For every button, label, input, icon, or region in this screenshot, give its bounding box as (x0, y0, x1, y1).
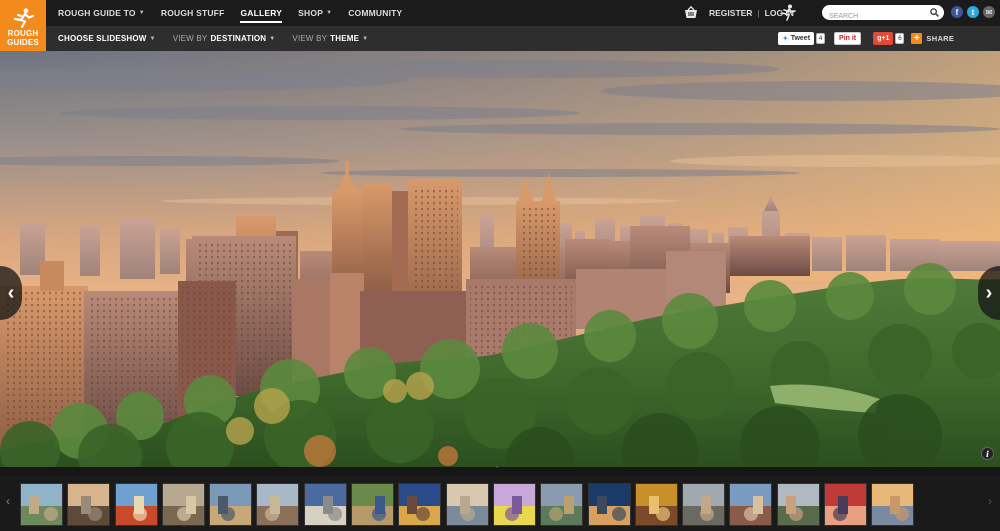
filmstrip-toggle[interactable]: ˇ (0, 467, 1000, 476)
tweet-button[interactable]: ✦ Tweet (778, 32, 815, 45)
view-by-destination-dropdown[interactable]: VIEW BY DESTINATION ▼ (173, 34, 276, 43)
rough-guides-logo[interactable]: ROUGH GUIDES (0, 0, 46, 51)
pinit-button[interactable]: Pin it (834, 32, 862, 45)
thumbnail-image (493, 484, 535, 525)
chevron-down-icon: ▼ (138, 10, 145, 16)
thumbnail-item[interactable] (634, 483, 678, 526)
thumbnail-image (352, 484, 394, 525)
plus-icon: + (911, 33, 923, 44)
thumbnail-image (683, 484, 725, 525)
email-icon[interactable]: ✉ (983, 6, 995, 18)
thumbnail-item[interactable] (398, 483, 442, 526)
thumbnail-item[interactable] (351, 483, 395, 526)
thumbnail-image (257, 484, 299, 525)
twitter-bird-icon: ✦ (782, 34, 789, 43)
thumbnail-item[interactable] (729, 483, 773, 526)
thumbnail-item[interactable] (776, 483, 820, 526)
nav-gallery[interactable]: GALLERY (240, 0, 282, 26)
thumbnail-image (635, 484, 677, 525)
thumbnail-item[interactable] (67, 483, 111, 526)
thumbnail-item[interactable] (682, 483, 726, 526)
thumbnail-image (825, 484, 867, 525)
thumbnail-item[interactable] (824, 483, 868, 526)
thumbnail-filmstrip: ‹ › (0, 476, 1000, 531)
gallery-subnav: CHOOSE SLIDESHOW ▼ VIEW BY DESTINATION ▼ VI… (58, 26, 385, 51)
share-button[interactable]: + SHARE (911, 33, 954, 44)
search-box (822, 5, 944, 24)
thumbnail-item[interactable] (871, 483, 915, 526)
gallery-main-image[interactable]: ‹ › (0, 51, 1000, 467)
thumbnail-item[interactable] (492, 483, 536, 526)
runner-logo-icon (13, 8, 34, 28)
central-park-skyline-photo (0, 51, 1000, 467)
thumbnail-image (541, 484, 583, 525)
thumbnail-item[interactable] (209, 483, 253, 526)
thumbnail-image (115, 484, 157, 525)
thumbnail-image (872, 484, 914, 525)
chevron-down-icon: ▼ (326, 10, 333, 16)
thumbnail-image (210, 484, 252, 525)
info-icon[interactable]: i (981, 447, 994, 460)
search-icon[interactable] (930, 8, 939, 17)
google-plus-count: 6 (895, 33, 905, 44)
thumbnail-image (730, 484, 772, 525)
thumbnail-item[interactable] (256, 483, 300, 526)
twitter-icon[interactable]: t (967, 6, 979, 18)
thumbnail-item[interactable] (20, 483, 63, 526)
thumbnail-image (446, 484, 488, 525)
runner-user-icon[interactable] (780, 4, 796, 21)
thumbnail-image (399, 484, 441, 525)
thumbnail-list (20, 483, 919, 526)
share-tools: ✦ Tweet 4 Pin it g+1 6 + SHARE (778, 32, 954, 45)
view-by-theme-dropdown[interactable]: VIEW BY THEME ▼ (292, 34, 368, 43)
thumbnail-item[interactable] (540, 483, 584, 526)
thumbnail-item[interactable] (303, 483, 347, 526)
thumbnail-image (21, 484, 62, 525)
thumbnail-image (777, 484, 819, 525)
gallery-subnav-bar: CHOOSE SLIDESHOW ▼ VIEW BY DESTINATION ▼ VI… (0, 26, 1000, 51)
thumbnail-item[interactable] (161, 483, 205, 526)
filmstrip-prev-button[interactable]: ‹ (6, 494, 10, 508)
search-input[interactable] (822, 9, 922, 24)
thumbnail-item[interactable] (114, 483, 158, 526)
basket-icon[interactable] (684, 6, 698, 19)
chevron-down-icon: ▼ (149, 35, 156, 42)
thumbnail-image (304, 484, 346, 525)
tweet-count: 4 (816, 33, 826, 44)
nav-community[interactable]: COMMUNITY (348, 0, 402, 26)
google-plus-button[interactable]: g+1 (873, 32, 894, 45)
thumbnail-image (162, 484, 204, 525)
thumbnail-item[interactable] (587, 483, 631, 526)
nav-rough-stuff[interactable]: ROUGH STUFF (161, 0, 225, 26)
register-link[interactable]: REGISTER (709, 8, 752, 18)
filmstrip-next-button[interactable]: › (988, 494, 992, 508)
thumbnail-image (588, 484, 630, 525)
logo-text-guides: GUIDES (7, 37, 39, 47)
chevron-down-icon: ▼ (362, 35, 369, 42)
facebook-icon[interactable]: f (951, 6, 963, 18)
chevron-down-icon: ˇ (496, 467, 499, 474)
chevron-down-icon: ▼ (269, 35, 276, 42)
thumbnail-image (68, 484, 110, 525)
nav-rough-guide-to[interactable]: ROUGH GUIDE TO ▼ (58, 0, 145, 26)
choose-slideshow-dropdown[interactable]: CHOOSE SLIDESHOW ▼ (58, 34, 156, 43)
top-navigation-bar: ROUGH GUIDE TO ▼ ROUGH STUFF GALLERY SHOP… (0, 0, 1000, 26)
main-nav: ROUGH GUIDE TO ▼ ROUGH STUFF GALLERY SHOP… (58, 0, 418, 26)
thumbnail-item[interactable] (445, 483, 489, 526)
separator: | (757, 8, 760, 18)
nav-shop[interactable]: SHOP ▼ (298, 0, 332, 26)
